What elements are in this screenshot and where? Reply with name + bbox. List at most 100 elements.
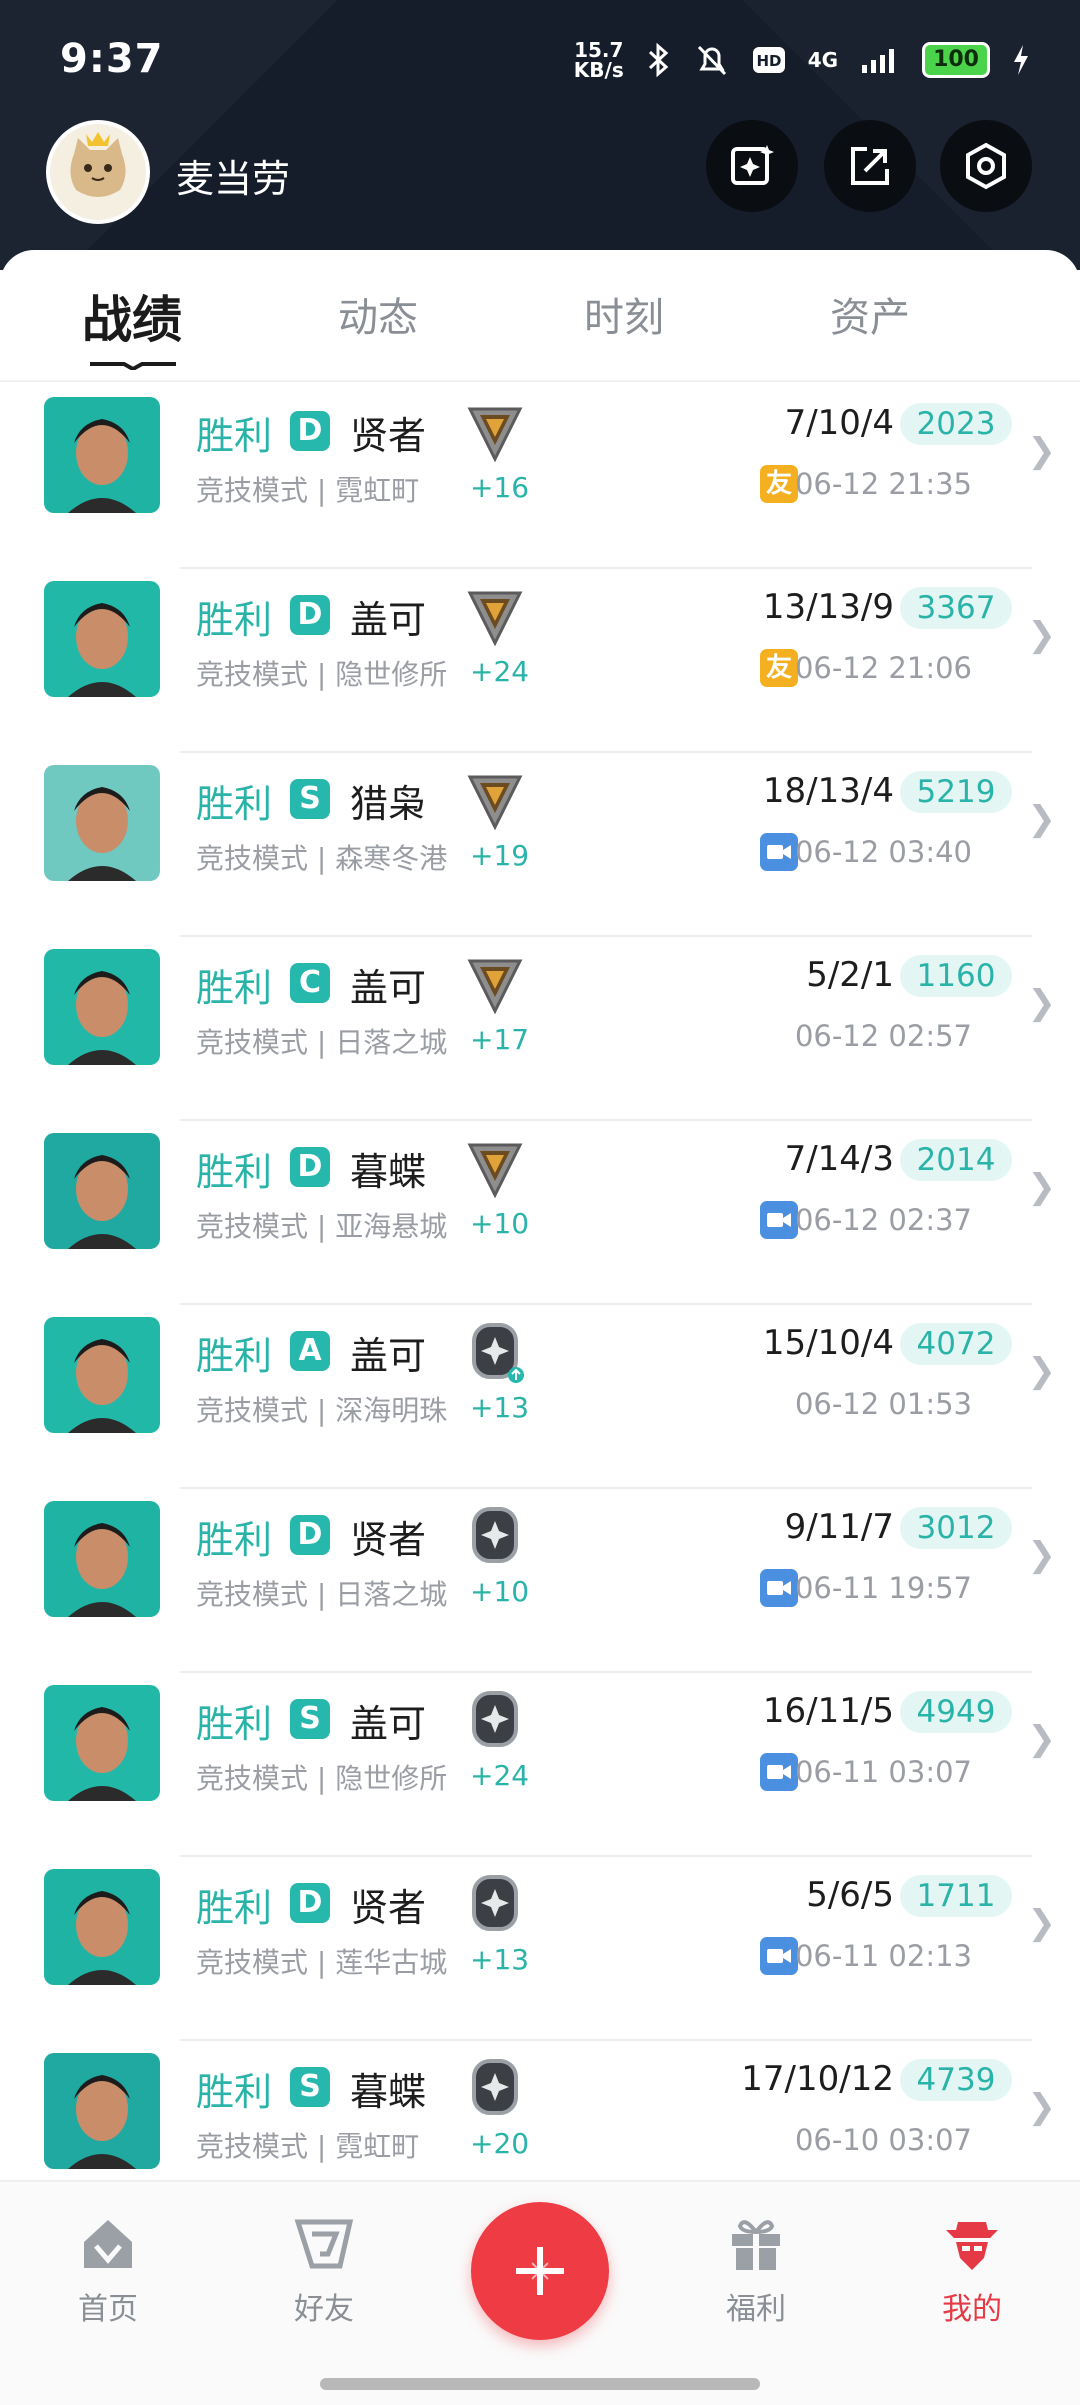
hero-portrait — [44, 2053, 160, 2169]
tab-activity[interactable]: 动态 — [338, 285, 418, 343]
friend-badge: 友 — [760, 465, 798, 503]
grade-badge: D — [290, 595, 330, 635]
rank-delta: +16 — [470, 471, 530, 504]
match-time: 06-11 19:57 — [794, 1571, 972, 1605]
chevron-right-icon: ❯ — [1027, 1167, 1057, 1207]
gold-rank-icon — [467, 1143, 523, 1199]
friends-icon — [294, 2219, 354, 2269]
network-speed: 15.7 KB/s — [574, 40, 624, 80]
match-row[interactable]: 胜利 D 盖可 竞技模式 | 隐世修所 +24 13/13/9 3367 友 0… — [0, 569, 1080, 753]
silver-rank-icon — [472, 2059, 518, 2115]
match-time: 06-12 21:06 — [794, 651, 972, 685]
share-button[interactable] — [824, 120, 916, 212]
match-row[interactable]: 胜利 D 贤者 竞技模式 | 霓虹町 +16 7/10/4 2023 友 06-… — [0, 385, 1080, 569]
user-avatar[interactable] — [46, 120, 150, 224]
gold-rank-icon — [467, 959, 523, 1015]
video-replay-icon — [760, 1753, 798, 1791]
hero-portrait — [44, 397, 160, 513]
match-row[interactable]: 胜利 S 暮蝶 竞技模式 | 霓虹町 +20 17/10/12 4739 06-… — [0, 2041, 1080, 2175]
silver-rank-icon — [472, 1691, 518, 1747]
match-row[interactable]: 胜利 D 暮蝶 竞技模式 | 亚海悬城 +10 7/14/3 2014 06-1… — [0, 1121, 1080, 1305]
friend-badge: 友 — [760, 649, 798, 687]
camera-icon — [767, 1581, 791, 1595]
grade-badge: C — [290, 963, 330, 1003]
grade-badge: D — [290, 411, 330, 451]
match-time: 06-12 03:40 — [794, 835, 972, 869]
video-replay-icon — [760, 833, 798, 871]
bluetooth-icon — [648, 43, 668, 77]
add-button[interactable] — [471, 2202, 609, 2340]
match-row[interactable]: 胜利 D 贤者 竞技模式 | 日落之城 +10 9/11/7 3012 06-1… — [0, 1489, 1080, 1673]
match-score: 2023 — [900, 403, 1012, 445]
match-score: 1711 — [900, 1875, 1012, 1917]
match-row[interactable]: 胜利 A 盖可 竞技模式 | 深海明珠 +13 15/10/4 4072 06-… — [0, 1305, 1080, 1489]
match-row[interactable]: 胜利 C 盖可 竞技模式 | 日落之城 +17 5/2/1 1160 06-12… — [0, 937, 1080, 1121]
kda: 18/13/4 — [762, 771, 894, 811]
content-panel: 战绩 动态 时刻 资产 胜利 D 贤者 竞技模式 | 霓虹町 +16 7/10/… — [0, 250, 1080, 2403]
profile-header: 9:37 15.7 KB/s HD 4G 100 麦当劳 — [0, 0, 1080, 270]
tab-bar: 战绩 动态 时刻 资产 — [0, 250, 1080, 380]
kda: 13/13/9 — [762, 587, 894, 627]
gold-rank-icon — [467, 775, 523, 831]
match-mode-map: 竞技模式 | 深海明珠 — [196, 1394, 448, 1427]
nav-mine-label: 我的 — [942, 2292, 1002, 2327]
kda: 7/10/4 — [784, 403, 894, 443]
hd-icon: HD — [752, 47, 785, 73]
battery-indicator: 100 — [922, 42, 990, 78]
hero-portrait — [44, 1685, 160, 1801]
hero-portrait — [44, 949, 160, 1065]
match-mode-map: 竞技模式 | 日落之城 — [196, 1578, 448, 1611]
status-icons: 15.7 KB/s HD 4G 100 — [574, 40, 1030, 80]
cat-avatar-icon — [70, 132, 126, 197]
video-replay-icon — [760, 1201, 798, 1239]
hero-portrait — [44, 1133, 160, 1249]
hero-portrait — [44, 765, 160, 881]
hero-portrait — [44, 1869, 160, 1985]
match-result: 胜利 — [196, 598, 273, 642]
match-row[interactable]: 胜利 D 贤者 竞技模式 | 莲华古城 +13 5/6/5 1711 06-11… — [0, 1857, 1080, 2041]
bottom-nav: 首页 好友 福利 我的 — [0, 2180, 1080, 2405]
chevron-right-icon: ❯ — [1027, 2087, 1057, 2127]
photo-card-button[interactable] — [706, 120, 798, 212]
rank-delta: +13 — [470, 1391, 530, 1424]
kda: 7/14/3 — [784, 1139, 894, 1179]
hero-name: 贤者 — [350, 1518, 427, 1562]
rank-delta: +24 — [470, 655, 530, 688]
hero-portrait — [44, 1501, 160, 1617]
hero-avatar-icon — [44, 765, 160, 881]
tab-records[interactable]: 战绩 — [82, 280, 182, 352]
chevron-right-icon: ❯ — [1027, 431, 1057, 471]
match-time: 06-12 21:35 — [794, 467, 972, 501]
grade-badge: S — [290, 779, 330, 819]
match-row[interactable]: 胜利 S 猎枭 竞技模式 | 森寒冬港 +19 18/13/4 5219 06-… — [0, 753, 1080, 937]
match-result: 胜利 — [196, 782, 273, 826]
match-time: 06-11 02:13 — [794, 1939, 972, 1973]
grade-badge: D — [290, 1883, 330, 1923]
settings-button[interactable] — [940, 120, 1032, 212]
match-score: 3367 — [900, 587, 1012, 629]
match-time: 06-12 02:57 — [794, 1019, 972, 1053]
nav-home[interactable]: 首页 — [38, 2212, 178, 2328]
camera-icon — [767, 845, 791, 859]
nav-welfare[interactable]: 福利 — [686, 2212, 826, 2328]
nav-friends[interactable]: 好友 — [254, 2212, 394, 2328]
match-result: 胜利 — [196, 1150, 273, 1194]
match-score: 5219 — [900, 771, 1012, 813]
match-row[interactable]: 胜利 S 盖可 竞技模式 | 隐世修所 +24 16/11/5 4949 06-… — [0, 1673, 1080, 1857]
home-indicator[interactable] — [320, 2378, 760, 2390]
rank-delta: +10 — [470, 1575, 530, 1608]
tab-assets[interactable]: 资产 — [830, 285, 910, 343]
match-result: 胜利 — [196, 1702, 273, 1746]
rank-delta: +13 — [470, 1943, 530, 1976]
tab-moments[interactable]: 时刻 — [584, 285, 664, 343]
nav-mine[interactable]: 我的 — [902, 2212, 1042, 2328]
match-mode-map: 竞技模式 | 亚海悬城 — [196, 1210, 448, 1243]
rank-delta: +17 — [470, 1023, 530, 1056]
match-time: 06-12 02:37 — [794, 1203, 972, 1237]
hero-name: 盖可 — [350, 598, 427, 642]
camera-icon — [767, 1213, 791, 1227]
chevron-right-icon: ❯ — [1027, 1719, 1057, 1759]
kda: 16/11/5 — [762, 1691, 894, 1731]
nav-home-label: 首页 — [78, 2292, 138, 2327]
silver-rank-icon — [472, 1875, 518, 1931]
